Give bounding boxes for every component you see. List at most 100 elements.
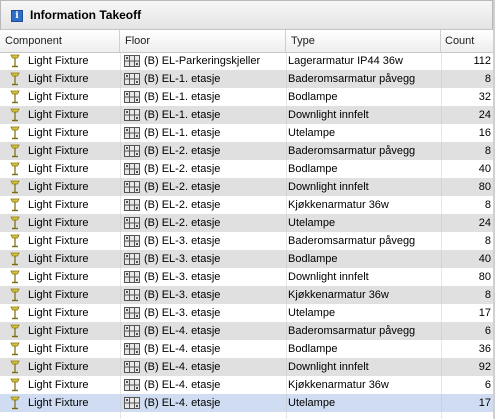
type-cell: Bodlampe: [288, 343, 338, 355]
type-cell: Utelampe: [288, 397, 336, 409]
component-cell: Light Fixture: [28, 307, 89, 319]
table-row[interactable]: Light Fixture (B) EL-4. etasje Bodlampe 36: [0, 340, 495, 358]
component-cell: Light Fixture: [28, 199, 89, 211]
type-cell: Lagerarmatur IP44 36w: [288, 55, 403, 67]
table-row[interactable]: Light Fixture (B) EL-4. etasje Baderomsarm…: [0, 322, 495, 340]
component-cell: Light Fixture: [28, 343, 89, 355]
floor-cell: (B) EL-4. etasje: [144, 361, 221, 373]
count-cell: 112: [473, 55, 491, 67]
type-cell: Downlight innfelt: [288, 181, 369, 193]
table-row[interactable]: Light Fixture (B) EL-2. etasje Utelampe 24: [0, 214, 495, 232]
floor-cell: (B) EL-1. etasje: [144, 91, 221, 103]
count-cell: 6: [484, 379, 491, 391]
table-row[interactable]: Light Fixture (B) EL-4. etasje Utelampe 17: [0, 394, 495, 412]
floor-plan-icon: [124, 271, 140, 283]
table-row[interactable]: Light Fixture (B) EL-1. etasje Bodlampe 32: [0, 88, 495, 106]
count-cell: 80: [478, 271, 491, 283]
table-row[interactable]: Light Fixture (B) EL-3. etasje Downlight i…: [0, 268, 495, 286]
component-cell: Light Fixture: [28, 325, 89, 337]
component-cell: Light Fixture: [28, 271, 89, 283]
table-row[interactable]: Light Fixture (B) EL-2. etasje Baderomsarm…: [0, 142, 495, 160]
light-fixture-icon: [10, 378, 20, 392]
takeoff-table[interactable]: Component Floor Type Count Light Fixture…: [0, 30, 495, 419]
floor-plan-icon: [124, 289, 140, 301]
floor-cell: (B) EL-4. etasje: [144, 379, 221, 391]
component-cell: Light Fixture: [28, 145, 89, 157]
floor-plan-icon: [124, 199, 140, 211]
count-cell: 8: [484, 145, 491, 157]
floor-plan-icon: [124, 343, 140, 355]
floor-cell: (B) EL-4. etasje: [144, 397, 221, 409]
count-cell: 8: [484, 289, 491, 301]
component-cell: Light Fixture: [28, 181, 89, 193]
column-header-type[interactable]: Type: [286, 30, 441, 52]
table-row[interactable]: Light Fixture (B) EL-2. etasje Bodlampe 40: [0, 160, 495, 178]
light-fixture-icon: [10, 342, 20, 356]
table-row[interactable]: Light Fixture (B) EL-2. etasje Kjøkkenarma…: [0, 196, 495, 214]
type-cell: Baderomsarmatur påvegg: [288, 73, 416, 85]
table-row[interactable]: Light Fixture (B) EL-2. etasje Downlight i…: [0, 178, 495, 196]
floor-cell: (B) EL-1. etasje: [144, 127, 221, 139]
type-cell: Utelampe: [288, 127, 336, 139]
type-cell: Downlight innfelt: [288, 109, 369, 121]
light-fixture-icon: [10, 90, 20, 104]
light-fixture-icon: [10, 144, 20, 158]
count-cell: 24: [478, 217, 491, 229]
floor-cell: (B) EL-4. etasje: [144, 343, 221, 355]
table-row[interactable]: Light Fixture (B) EL-3. etasje Kjøkkenarma…: [0, 286, 495, 304]
count-cell: 32: [478, 91, 491, 103]
component-cell: Light Fixture: [28, 127, 89, 139]
floor-plan-icon: [124, 145, 140, 157]
column-divider: [120, 52, 121, 419]
count-cell: 80: [478, 181, 491, 193]
table-header: Component Floor Type Count: [0, 30, 495, 53]
floor-cell: (B) EL-3. etasje: [144, 289, 221, 301]
table-row[interactable]: Light Fixture (B) EL-4. etasje Kjøkkenarma…: [0, 376, 495, 394]
count-cell: 6: [484, 325, 491, 337]
count-cell: 17: [478, 307, 491, 319]
floor-plan-icon: [124, 109, 140, 121]
table-row[interactable]: Light Fixture (B) EL-4. etasje Downlight i…: [0, 358, 495, 376]
floor-plan-icon: [124, 397, 140, 409]
light-fixture-icon: [10, 360, 20, 374]
column-header-count[interactable]: Count: [441, 30, 495, 52]
table-row[interactable]: Light Fixture (B) EL-1. etasje Downlight i…: [0, 106, 495, 124]
floor-plan-icon: [124, 325, 140, 337]
count-cell: 24: [478, 109, 491, 121]
count-cell: 17: [478, 397, 491, 409]
column-header-component[interactable]: Component: [0, 30, 120, 52]
floor-cell: (B) EL-2. etasje: [144, 217, 221, 229]
type-cell: Baderomsarmatur påvegg: [288, 325, 416, 337]
light-fixture-icon: [10, 72, 20, 86]
light-fixture-icon: [10, 162, 20, 176]
table-row[interactable]: Light Fixture (B) EL-3. etasje Utelampe 17: [0, 304, 495, 322]
component-cell: Light Fixture: [28, 109, 89, 121]
component-cell: Light Fixture: [28, 253, 89, 265]
floor-plan-icon: [124, 235, 140, 247]
floor-cell: (B) EL-3. etasje: [144, 235, 221, 247]
light-fixture-icon: [10, 324, 20, 338]
floor-plan-icon: [124, 361, 140, 373]
light-fixture-icon: [10, 252, 20, 266]
count-cell: 8: [484, 199, 491, 211]
table-row[interactable]: Light Fixture (B) EL-1. etasje Baderomsarm…: [0, 70, 495, 88]
type-cell: Utelampe: [288, 217, 336, 229]
table-row[interactable]: Light Fixture (B) EL-3. etasje Bodlampe 40: [0, 250, 495, 268]
component-cell: Light Fixture: [28, 397, 89, 409]
type-cell: Bodlampe: [288, 163, 338, 175]
count-cell: 8: [484, 73, 491, 85]
floor-cell: (B) EL-Parkeringskjeller: [144, 55, 261, 67]
table-row[interactable]: Light Fixture (B) EL-Parkeringskjeller Lag…: [0, 52, 495, 70]
floor-plan-icon: [124, 163, 140, 175]
table-row[interactable]: Light Fixture (B) EL-1. etasje Utelampe 16: [0, 124, 495, 142]
column-header-floor[interactable]: Floor: [120, 30, 286, 52]
floor-cell: (B) EL-3. etasje: [144, 307, 221, 319]
type-cell: Bodlampe: [288, 253, 338, 265]
table-row[interactable]: Light Fixture (B) EL-3. etasje Baderomsarm…: [0, 232, 495, 250]
type-cell: Kjøkkenarmatur 36w: [288, 289, 389, 301]
light-fixture-icon: [10, 234, 20, 248]
light-fixture-icon: [10, 108, 20, 122]
panel-title: Information Takeoff: [30, 8, 142, 22]
floor-cell: (B) EL-2. etasje: [144, 199, 221, 211]
type-cell: Baderomsarmatur påvegg: [288, 235, 416, 247]
